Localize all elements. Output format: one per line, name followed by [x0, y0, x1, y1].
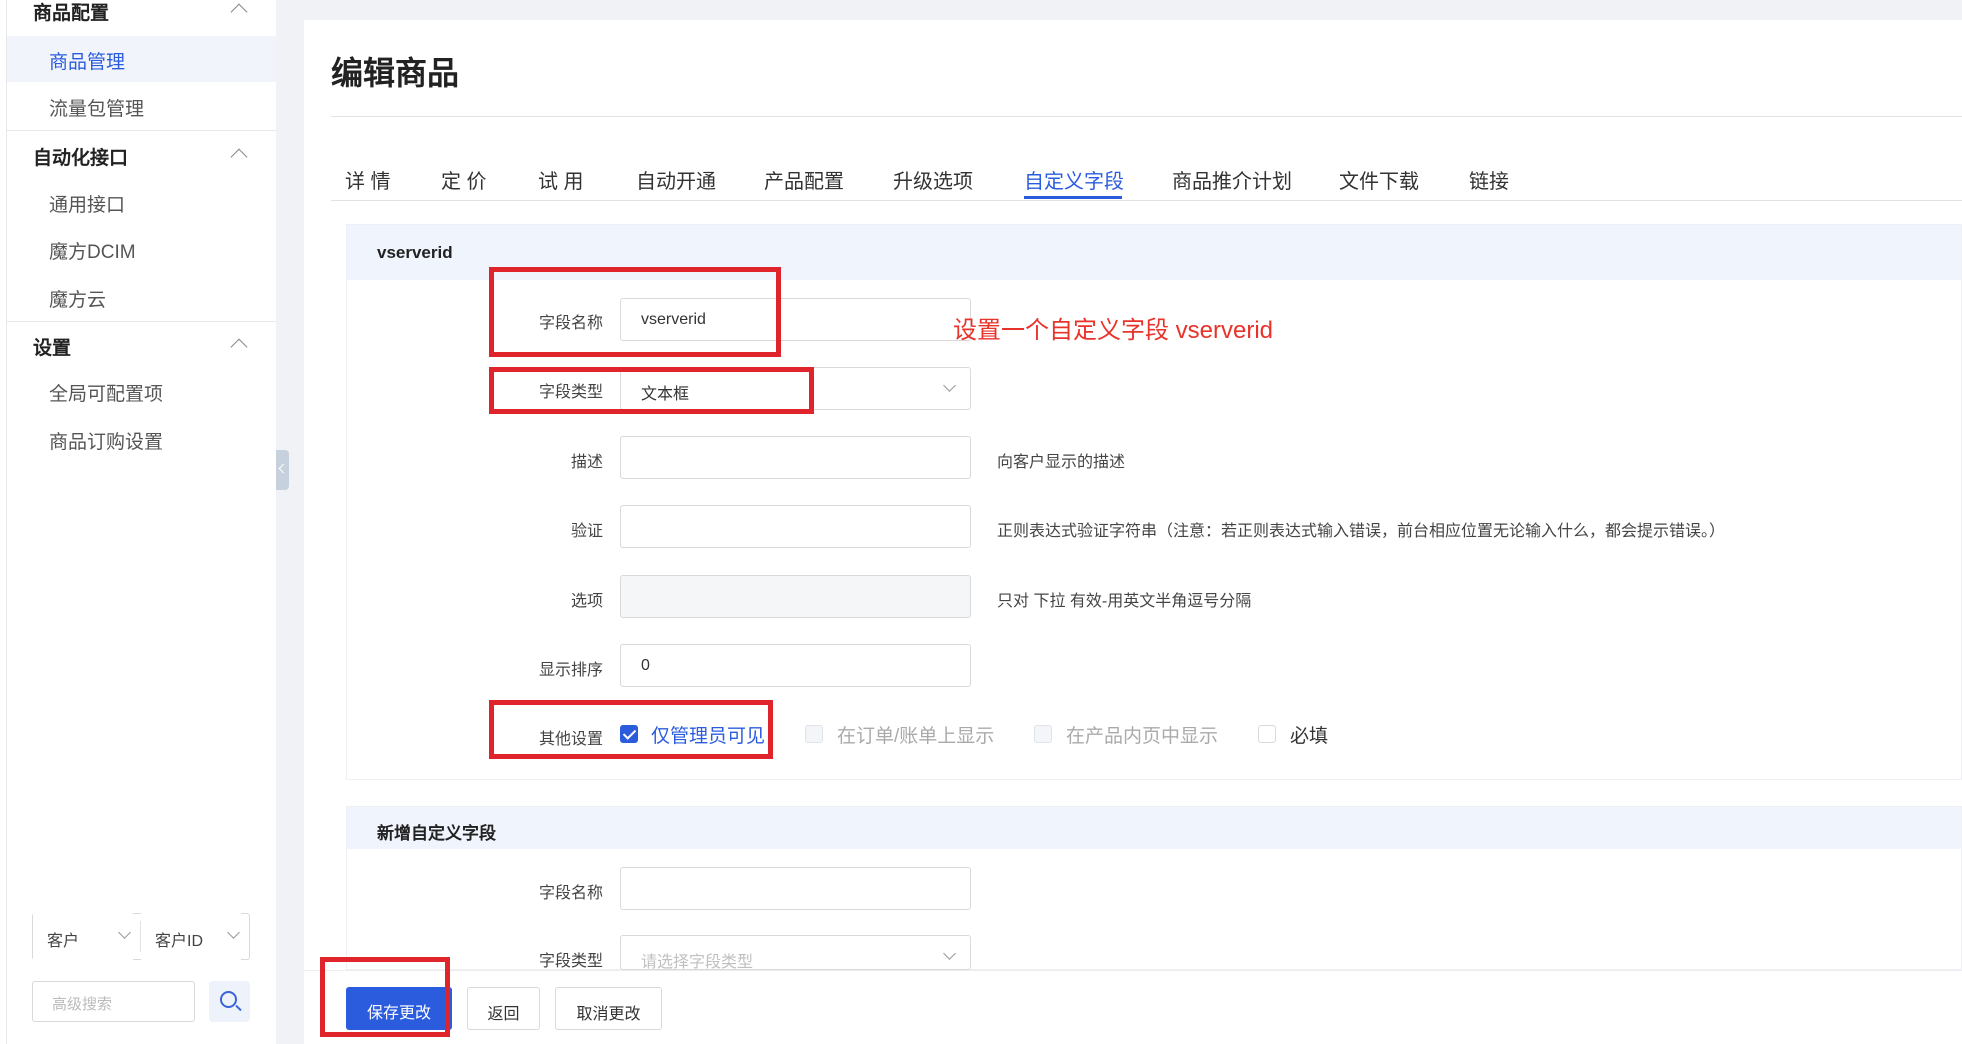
- annotation-text: 设置一个自定义字段 vserverid: [953, 317, 1274, 344]
- annotation-box-field-name: [489, 267, 781, 357]
- chevron-left-icon: [278, 463, 289, 474]
- sidebar-item-traffic-package[interactable]: 流量包管理: [49, 94, 144, 121]
- sidebar-item-cloud[interactable]: 魔方云: [49, 285, 106, 312]
- page-title: 编辑商品: [331, 55, 460, 91]
- sidebar-item-dcim[interactable]: 魔方DCIM: [49, 237, 136, 264]
- sidebar-divider: [7, 130, 276, 131]
- active-tab-underline: [1024, 196, 1122, 199]
- chevron-up-icon[interactable]: [230, 338, 248, 356]
- field-validate-hint: 正则表达式验证字符串（注意：若正则表达式输入错误，前台相应位置无论输入什么，都会…: [997, 523, 1726, 540]
- chevron-up-icon[interactable]: [230, 148, 248, 166]
- tab-file-download[interactable]: 文件下载: [1339, 165, 1419, 194]
- tab-links[interactable]: 链接: [1469, 165, 1509, 194]
- tab-details[interactable]: 详 情: [345, 165, 391, 194]
- field-order-input[interactable]: 0: [620, 644, 971, 687]
- field-options-input: [620, 575, 971, 618]
- new-field-name-label: 字段名称: [538, 885, 603, 902]
- show-on-invoice-label[interactable]: 在订单/账单上显示: [837, 721, 994, 748]
- field-validate-label: 验证: [570, 523, 603, 540]
- new-field-name-input[interactable]: [620, 867, 971, 910]
- tab-pricing[interactable]: 定 价: [441, 165, 487, 194]
- sidebar-collapse-handle[interactable]: [276, 450, 289, 490]
- sidebar-item-product-management[interactable]: 商品管理: [49, 47, 125, 74]
- search-type-select[interactable]: 客户: [33, 913, 133, 960]
- field-order-label: 显示排序: [538, 662, 603, 679]
- field-options-hint: 只对 下拉 有效-用英文半角逗号分隔: [997, 593, 1252, 610]
- tab-custom-fields[interactable]: 自定义字段: [1024, 165, 1124, 194]
- tabs-divider: [331, 200, 1962, 201]
- tab-trial[interactable]: 试 用: [538, 165, 584, 194]
- chevron-down-icon: [943, 379, 956, 392]
- new-field-type-select[interactable]: 请选择字段类型: [620, 935, 971, 971]
- field-validate-input[interactable]: [620, 505, 971, 548]
- field-desc-input[interactable]: [620, 436, 971, 479]
- footer-bar: [304, 970, 1962, 1044]
- sidebar-item-global-config[interactable]: 全局可配置项: [49, 379, 163, 406]
- field-desc-label: 描述: [570, 454, 603, 471]
- show-on-product-page-label[interactable]: 在产品内页中显示: [1066, 721, 1218, 748]
- tab-product-config[interactable]: 产品配置: [764, 165, 844, 194]
- tab-referral-plan[interactable]: 商品推介计划: [1172, 165, 1292, 194]
- back-button[interactable]: 返回: [467, 987, 540, 1030]
- new-field-type-placeholder: 请选择字段类型: [641, 954, 754, 971]
- field-options-label: 选项: [570, 593, 603, 610]
- cancel-changes-button[interactable]: 取消更改: [555, 987, 662, 1030]
- tab-upgrade-options[interactable]: 升级选项: [893, 165, 973, 194]
- annotation-box-save: [320, 957, 450, 1037]
- field-desc-hint: 向客户显示的描述: [997, 454, 1126, 471]
- new-field-panel-title: 新增自定义字段: [347, 807, 1961, 849]
- show-on-invoice-checkbox[interactable]: [805, 725, 823, 743]
- title-divider: [331, 116, 1962, 117]
- show-on-product-page-checkbox[interactable]: [1034, 725, 1052, 743]
- search-button[interactable]: [209, 981, 250, 1022]
- required-label[interactable]: 必填: [1290, 721, 1328, 748]
- advanced-search-input[interactable]: 高级搜索: [32, 981, 195, 1022]
- sidebar-active-highlight: [7, 36, 276, 82]
- sidebar-item-general-api[interactable]: 通用接口: [49, 190, 125, 217]
- search-field-select[interactable]: 客户ID: [141, 913, 241, 960]
- sidebar-item-order-settings[interactable]: 商品订购设置: [49, 427, 163, 454]
- sidebar-group-automation[interactable]: 自动化接口: [33, 143, 128, 170]
- annotation-box-other-settings: [489, 700, 773, 759]
- tab-auto-provision[interactable]: 自动开通: [636, 165, 716, 194]
- sidebar-group-product-config[interactable]: 商品配置: [33, 0, 109, 25]
- annotation-box-field-type: [489, 367, 814, 414]
- chevron-down-icon: [943, 947, 956, 960]
- sidebar-group-settings[interactable]: 设置: [33, 333, 71, 360]
- sidebar: 商品配置 商品管理 流量包管理 自动化接口 通用接口 魔方DCIM 魔方云 设置…: [0, 0, 276, 1044]
- chevron-up-icon[interactable]: [230, 3, 248, 21]
- required-checkbox[interactable]: [1258, 725, 1276, 743]
- sidebar-edge: [6, 0, 7, 1044]
- new-field-type-label: 字段类型: [538, 953, 603, 970]
- sidebar-divider: [7, 321, 276, 322]
